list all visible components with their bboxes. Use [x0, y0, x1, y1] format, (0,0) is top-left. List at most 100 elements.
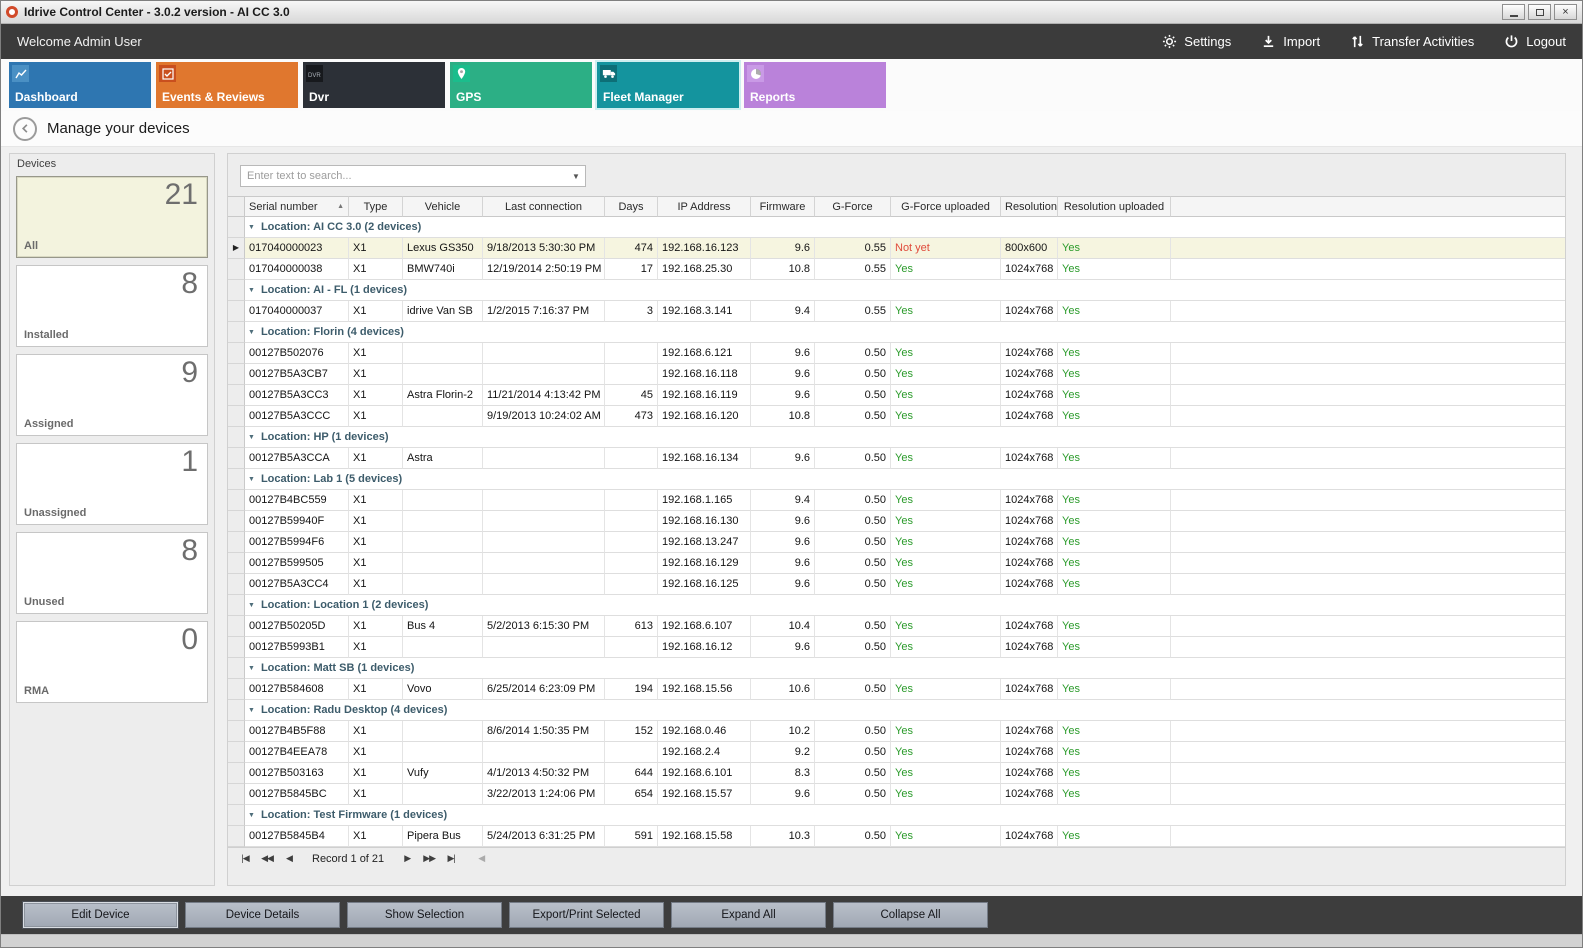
- group-row[interactable]: ▼Location: AI CC 3.0 (2 devices): [228, 217, 1565, 238]
- column-header-days[interactable]: Days: [605, 196, 658, 217]
- collapse-triangle-icon[interactable]: ▼: [248, 224, 255, 231]
- footer-toolbar: Edit Device Device Details Show Selection E…: [1, 896, 1582, 934]
- device-row[interactable]: 017040000038X1BMW740i12/19/2014 2:50:19 …: [228, 259, 1565, 280]
- transfer-activities-button[interactable]: Transfer Activities: [1350, 34, 1474, 49]
- tab-events-reviews[interactable]: Events & Reviews: [156, 62, 298, 108]
- device-row[interactable]: 00127B59940FX1192.168.16.1309.60.50Yes10…: [228, 511, 1565, 532]
- column-header-serial-number[interactable]: Serial number▲: [245, 196, 349, 217]
- cell-serial: 00127B4BC559: [245, 490, 349, 511]
- tab-fleet-manager[interactable]: Fleet Manager: [597, 62, 739, 108]
- column-header-vehicle[interactable]: Vehicle: [403, 196, 483, 217]
- group-row[interactable]: ▼Location: Radu Desktop (4 devices): [228, 700, 1565, 721]
- collapse-all-button[interactable]: Collapse All: [833, 902, 988, 928]
- scroll-left-icon[interactable]: ◀: [474, 853, 488, 864]
- prev-record-button[interactable]: ◀: [282, 853, 296, 864]
- device-row[interactable]: 00127B5A3CCCX19/19/2013 10:24:02 AM47319…: [228, 406, 1565, 427]
- last-record-button[interactable]: ▶|: [444, 853, 458, 864]
- column-header-g-force[interactable]: G-Force: [815, 196, 891, 217]
- maximize-button[interactable]: [1528, 4, 1551, 20]
- edit-device-button[interactable]: Edit Device: [23, 902, 178, 928]
- next-record-button[interactable]: ▶: [400, 853, 414, 864]
- minimize-button[interactable]: [1502, 4, 1525, 20]
- device-filter-unassigned[interactable]: 1Unassigned: [16, 443, 208, 525]
- cell-type: X1: [349, 784, 403, 805]
- tab-label-reports: Reports: [750, 90, 795, 104]
- device-row[interactable]: 00127B502076X1192.168.6.1219.60.50Yes102…: [228, 343, 1565, 364]
- device-row[interactable]: 00127B599505X1192.168.16.1299.60.50Yes10…: [228, 553, 1565, 574]
- device-filter-rma[interactable]: 0RMA: [16, 621, 208, 703]
- import-button[interactable]: Import: [1261, 34, 1320, 49]
- cell-days: [605, 448, 658, 469]
- collapse-triangle-icon[interactable]: ▼: [248, 434, 255, 441]
- first-record-button[interactable]: |◀: [238, 853, 252, 864]
- device-filter-installed[interactable]: 8Installed: [16, 265, 208, 347]
- group-row[interactable]: ▼Location: Florin (4 devices): [228, 322, 1565, 343]
- cell-last-connection: [483, 553, 605, 574]
- show-selection-button[interactable]: Show Selection: [347, 902, 502, 928]
- tab-dashboard[interactable]: Dashboard: [9, 62, 151, 108]
- group-row[interactable]: ▼Location: HP (1 devices): [228, 427, 1565, 448]
- tab-dvr[interactable]: DVRDvr: [303, 62, 445, 108]
- cell-resolution-uploaded: Yes: [1058, 784, 1171, 805]
- cell-vehicle: Vovo: [403, 679, 483, 700]
- export-print-selected-button[interactable]: Export/Print Selected: [509, 902, 664, 928]
- chart-icon: [12, 65, 29, 82]
- device-filter-unused[interactable]: 8Unused: [16, 532, 208, 614]
- settings-button[interactable]: Settings: [1162, 34, 1231, 49]
- tab-reports[interactable]: Reports: [744, 62, 886, 108]
- logout-button[interactable]: Logout: [1504, 34, 1566, 49]
- cell-last-connection: [483, 532, 605, 553]
- next-page-button[interactable]: ▶▶: [422, 853, 436, 864]
- collapse-triangle-icon[interactable]: ▼: [248, 287, 255, 294]
- device-row[interactable]: 00127B5A3CCAX1Astra192.168.16.1349.60.50…: [228, 448, 1565, 469]
- device-row[interactable]: 017040000037X1idrive Van SB1/2/2015 7:16…: [228, 301, 1565, 322]
- close-button[interactable]: ×: [1554, 4, 1577, 20]
- back-button[interactable]: [13, 117, 37, 141]
- column-header-resolution[interactable]: Resolution: [1001, 196, 1058, 217]
- device-row[interactable]: 00127B4B5F88X18/6/2014 1:50:35 PM152192.…: [228, 721, 1565, 742]
- device-row[interactable]: 00127B503163X1Vufy4/1/2013 4:50:32 PM644…: [228, 763, 1565, 784]
- prev-page-button[interactable]: ◀◀: [260, 853, 274, 864]
- column-header-last-connection[interactable]: Last connection: [483, 196, 605, 217]
- group-row[interactable]: ▼Location: Test Firmware (1 devices): [228, 805, 1565, 826]
- search-input[interactable]: [241, 170, 567, 182]
- device-row[interactable]: 00127B50205DX1Bus 45/2/2013 6:15:30 PM61…: [228, 616, 1565, 637]
- collapse-triangle-icon[interactable]: ▼: [248, 812, 255, 819]
- group-row[interactable]: ▼Location: Lab 1 (5 devices): [228, 469, 1565, 490]
- collapse-triangle-icon[interactable]: ▼: [248, 329, 255, 336]
- device-row[interactable]: 00127B4BC559X1192.168.1.1659.40.50Yes102…: [228, 490, 1565, 511]
- window-bottom-edge: [1, 934, 1582, 947]
- tab-gps[interactable]: GPS: [450, 62, 592, 108]
- expand-all-button[interactable]: Expand All: [671, 902, 826, 928]
- row-indicator-cell: [228, 364, 245, 385]
- cell-type: X1: [349, 343, 403, 364]
- device-row[interactable]: 00127B5845BCX13/22/2013 1:24:06 PM654192…: [228, 784, 1565, 805]
- column-header-g-force-uploaded[interactable]: G-Force uploaded: [891, 196, 1001, 217]
- group-row[interactable]: ▼Location: Location 1 (2 devices): [228, 595, 1565, 616]
- device-details-button[interactable]: Device Details: [185, 902, 340, 928]
- search-dropdown-icon[interactable]: ▼: [567, 172, 585, 181]
- device-row[interactable]: 00127B5A3CB7X1192.168.16.1189.60.50Yes10…: [228, 364, 1565, 385]
- device-row[interactable]: 00127B5A3CC3X1Astra Florin-211/21/2014 4…: [228, 385, 1565, 406]
- group-row[interactable]: ▼Location: AI - FL (1 devices): [228, 280, 1565, 301]
- collapse-triangle-icon[interactable]: ▼: [248, 476, 255, 483]
- device-row[interactable]: 00127B5845B4X1Pipera Bus5/24/2013 6:31:2…: [228, 826, 1565, 847]
- device-filter-assigned[interactable]: 9Assigned: [16, 354, 208, 436]
- column-header-resolution-uploaded[interactable]: Resolution uploaded: [1058, 196, 1171, 217]
- device-row[interactable]: 00127B4EEA78X1192.168.2.49.20.50Yes1024x…: [228, 742, 1565, 763]
- device-row[interactable]: 00127B5A3CC4X1192.168.16.1259.60.50Yes10…: [228, 574, 1565, 595]
- device-row[interactable]: 00127B5994F6X1192.168.13.2479.60.50Yes10…: [228, 532, 1565, 553]
- cell-type: X1: [349, 406, 403, 427]
- column-header-ip-address[interactable]: IP Address: [658, 196, 751, 217]
- collapse-triangle-icon[interactable]: ▼: [248, 602, 255, 609]
- collapse-triangle-icon[interactable]: ▼: [248, 665, 255, 672]
- pin-icon: [453, 65, 470, 82]
- group-row[interactable]: ▼Location: Matt SB (1 devices): [228, 658, 1565, 679]
- collapse-triangle-icon[interactable]: ▼: [248, 707, 255, 714]
- column-header-firmware[interactable]: Firmware: [751, 196, 815, 217]
- device-row[interactable]: 00127B5993B1X1192.168.16.129.60.50Yes102…: [228, 637, 1565, 658]
- device-filter-all[interactable]: 21All: [16, 176, 208, 258]
- device-row[interactable]: ▶017040000023X1Lexus GS3509/18/2013 5:30…: [228, 238, 1565, 259]
- column-header-type[interactable]: Type: [349, 196, 403, 217]
- device-row[interactable]: 00127B584608X1Vovo6/25/2014 6:23:09 PM19…: [228, 679, 1565, 700]
